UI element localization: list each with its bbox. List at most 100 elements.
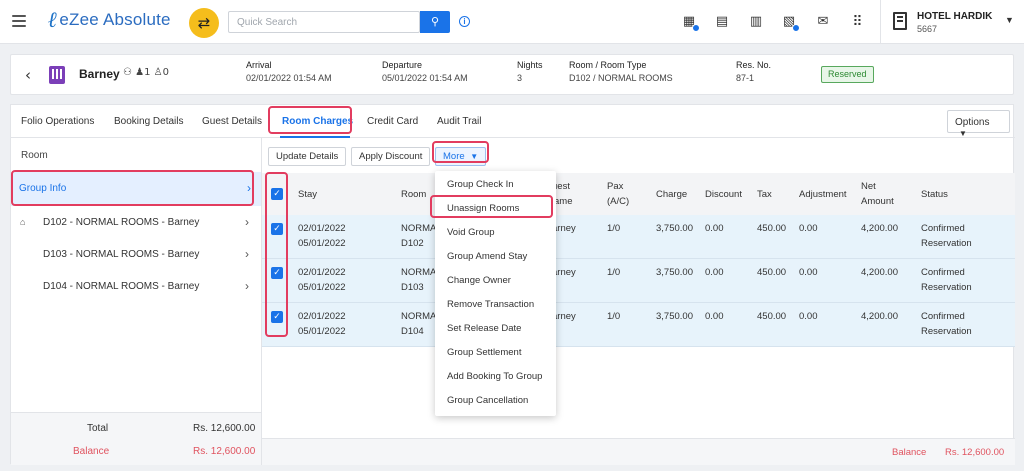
net-amount-cell: 4,200.00	[861, 311, 898, 322]
table-row[interactable]: ✓ 02/01/2022 05/01/2022 NORMA D103 arney 1…	[262, 259, 1015, 303]
column-header-guest-name: ame	[554, 196, 573, 207]
departure-field: Departure 05/01/2022 01:54 AM	[382, 60, 468, 83]
column-header-net: Net	[861, 181, 876, 192]
menu-icon[interactable]	[12, 15, 26, 27]
pax-icons: ⚇ ♟1 ♙0	[123, 67, 170, 78]
options-dropdown[interactable]: Options ▼	[947, 110, 1010, 138]
mail-icon[interactable]: ✉	[815, 14, 831, 30]
chevron-right-icon: ›	[245, 247, 249, 261]
menu-item-add-booking-to-group[interactable]: Add Booking To Group	[447, 371, 542, 382]
search-button[interactable]: ⚲	[420, 11, 450, 33]
chevron-right-icon: ›	[245, 215, 249, 229]
column-header-stay: Stay	[298, 189, 318, 200]
stay-cell: 02/01/2022 05/01/2022	[298, 311, 346, 337]
menu-item-void-group[interactable]: Void Group	[447, 227, 495, 238]
caret-down-icon: ▼	[1005, 15, 1014, 25]
net-amount-cell: 4,200.00	[861, 223, 898, 234]
adjustment-cell: 0.00	[799, 311, 818, 322]
calendar-icon[interactable]: ▥	[748, 14, 764, 30]
menu-item-group-settlement[interactable]: Group Settlement	[447, 347, 521, 358]
hotel-id: 5667	[917, 24, 938, 34]
search-input[interactable]: Quick Search	[228, 11, 420, 33]
calendar-add-icon[interactable]: ▦	[681, 14, 700, 32]
highlight-group-info	[11, 170, 254, 206]
balance-label: Balance	[73, 446, 110, 457]
tab-credit-card[interactable]: Credit Card	[367, 116, 418, 127]
chevron-right-icon: ›	[245, 279, 249, 293]
sidebar-header: Room	[21, 150, 48, 161]
status-cell: Confirmed Reservation	[921, 267, 972, 293]
charge-cell: 3,750.00	[656, 223, 693, 234]
tax-cell: 450.00	[757, 267, 787, 278]
highlight-room-charges-tab	[268, 106, 352, 134]
menu-item-group-check-in[interactable]: Group Check In	[447, 179, 514, 190]
highlight-unassign-rooms	[430, 195, 553, 218]
status-cell: Confirmed Reservation	[921, 223, 972, 249]
res-no-field: Res. No. 87-1	[736, 60, 772, 83]
menu-item-remove-transaction[interactable]: Remove Transaction	[447, 299, 534, 310]
calendar-check-icon[interactable]: ▤	[714, 14, 730, 30]
hotel-name: HOTEL HARDIK	[917, 11, 993, 22]
tax-cell: 450.00	[757, 311, 787, 322]
total-label: Total	[87, 423, 109, 434]
table-row[interactable]: ✓ 02/01/2022 05/01/2022 NORMA D102 arney 1…	[262, 215, 1015, 259]
sidebar-item-room[interactable]: D103 - NORMAL ROOMS - Barney ›	[11, 242, 261, 268]
menu-item-set-release-date[interactable]: Set Release Date	[447, 323, 521, 334]
column-header-adjustment: Adjustment	[799, 189, 847, 200]
menu-item-group-cancellation[interactable]: Group Cancellation	[447, 395, 528, 406]
top-bar: ℓ eZee Absolute ⇄ Quick Search ⚲ i ▦ ▤ ▥…	[0, 0, 1024, 44]
charge-cell: 3,750.00	[656, 267, 693, 278]
nights-field: Nights 3	[517, 60, 543, 83]
tax-cell: 450.00	[757, 223, 787, 234]
menu-item-change-owner[interactable]: Change Owner	[447, 275, 511, 286]
footer-balance-label: Balance	[892, 447, 927, 458]
adjustment-cell: 0.00	[799, 267, 818, 278]
column-header-status: Status	[921, 189, 948, 200]
table-row[interactable]: ✓ 02/01/2022 05/01/2022 NORMA D104 arney 1…	[262, 303, 1015, 347]
document-icon[interactable]: ▧	[781, 14, 800, 32]
sidebar-item-room[interactable]: D104 - NORMAL ROOMS - Barney ›	[11, 274, 261, 300]
app-logo[interactable]: ℓ eZee Absolute	[48, 7, 171, 33]
info-icon[interactable]: i	[459, 16, 470, 27]
tab-bar: Folio Operations Booking Details Guest D…	[11, 105, 1015, 138]
status-cell: Confirmed Reservation	[921, 311, 972, 337]
home-icon: ⌂	[20, 217, 26, 227]
balance-value: Rs. 12,600.00	[193, 446, 256, 457]
sidebar-item-room[interactable]: ⌂ D102 - NORMAL ROOMS - Barney ›	[11, 210, 261, 236]
stay-cell: 02/01/2022 05/01/2022	[298, 223, 346, 249]
column-header-net-amount: Amount	[861, 196, 894, 207]
total-value: Rs. 12,600.00	[193, 423, 256, 434]
caret-down-icon: ▼	[959, 129, 967, 138]
tab-guest-details[interactable]: Guest Details	[202, 116, 262, 127]
column-header-discount: Discount	[705, 189, 742, 200]
hotel-selector[interactable]: HOTEL HARDIK 5667 ▼	[880, 0, 1024, 44]
room-cell: NORMA D103	[401, 267, 437, 293]
sidebar-item-label: D102 - NORMAL ROOMS - Barney	[43, 217, 200, 228]
room-charges-content: Update Details Apply Discount More ▼ ✓ S…	[262, 138, 1015, 465]
tab-audit-trail[interactable]: Audit Trail	[437, 116, 481, 127]
shuffle-icon[interactable]: ⇄	[189, 8, 219, 38]
table-footer: Balance Rs. 12,600.00	[262, 438, 1015, 465]
room-cell: NORMA D104	[401, 311, 437, 337]
highlight-checkboxes	[265, 172, 288, 337]
apply-discount-button[interactable]: Apply Discount	[351, 147, 431, 166]
update-details-button[interactable]: Update Details	[268, 147, 347, 166]
tab-booking-details[interactable]: Booking Details	[114, 116, 183, 127]
apps-grid-icon[interactable]: ⠿	[849, 14, 865, 30]
reservation-summary: ‹ Barney ⚇ ♟1 ♙0 Arrival 02/01/2022 01:54…	[10, 54, 1014, 95]
hotel-building-icon	[893, 12, 907, 30]
column-header-pax: Pax	[607, 181, 624, 192]
charge-cell: 3,750.00	[656, 311, 693, 322]
arrival-field: Arrival 02/01/2022 01:54 AM	[246, 60, 332, 83]
pax-cell: 1/0	[607, 223, 621, 234]
footer-balance-value: Rs. 12,600.00	[945, 447, 1005, 458]
logo-mark-icon: ℓ	[48, 7, 58, 33]
stay-cell: 02/01/2022 05/01/2022	[298, 267, 346, 293]
pax-cell: 1/0	[607, 311, 621, 322]
tab-folio-operations[interactable]: Folio Operations	[21, 116, 94, 127]
sidebar-totals: Total Rs. 12,600.00 Balance Rs. 12,600.0…	[11, 412, 261, 465]
menu-item-group-amend-stay[interactable]: Group Amend Stay	[447, 251, 527, 262]
back-arrow-icon[interactable]: ‹	[25, 66, 31, 84]
pax-cell: 1/0	[607, 267, 621, 278]
net-amount-cell: 4,200.00	[861, 267, 898, 278]
